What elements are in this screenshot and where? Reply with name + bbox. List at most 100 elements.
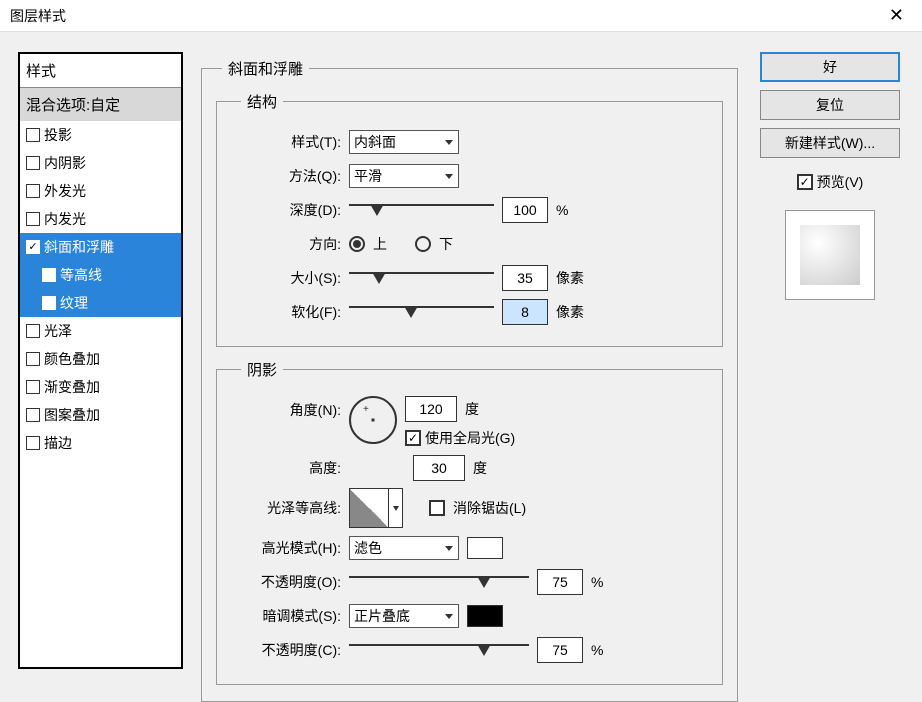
size-label: 大小(S):: [231, 268, 341, 288]
style-item-checkbox[interactable]: [42, 268, 56, 282]
shadow-opacity-slider[interactable]: [349, 644, 529, 664]
style-item-4[interactable]: 斜面和浮雕: [20, 233, 181, 261]
preview-label: 预览(V): [817, 172, 864, 192]
style-item-checkbox[interactable]: [26, 436, 40, 450]
style-item-8[interactable]: 颜色叠加: [20, 345, 181, 373]
highlight-opacity-label: 不透明度(O):: [231, 572, 341, 592]
contour-picker[interactable]: [349, 488, 389, 528]
style-select[interactable]: 内斜面: [349, 130, 459, 154]
style-item-label: 纹理: [60, 293, 88, 313]
angle-input[interactable]: [405, 396, 457, 422]
direction-up-label: 上: [373, 234, 387, 254]
style-item-checkbox[interactable]: [26, 184, 40, 198]
dialog-content: 样式 混合选项:自定 投影内阴影外发光内发光斜面和浮雕等高线纹理光泽颜色叠加渐变…: [0, 32, 922, 679]
angle-dial[interactable]: +: [349, 396, 397, 444]
close-icon[interactable]: ✕: [881, 5, 912, 26]
size-input[interactable]: [502, 265, 548, 291]
style-item-checkbox[interactable]: [26, 408, 40, 422]
style-item-1[interactable]: 内阴影: [20, 149, 181, 177]
title-bar: 图层样式 ✕: [0, 0, 922, 32]
altitude-input[interactable]: [413, 455, 465, 481]
style-item-label: 描边: [44, 433, 72, 453]
highlight-opacity-input[interactable]: [537, 569, 583, 595]
window-title: 图层样式: [10, 6, 66, 26]
style-item-0[interactable]: 投影: [20, 121, 181, 149]
preview-box: [785, 210, 875, 300]
angle-unit: 度: [465, 399, 479, 419]
highlight-opacity-slider[interactable]: [349, 576, 529, 596]
antialias-label: 消除锯齿(L): [453, 498, 526, 518]
new-style-button[interactable]: 新建样式(W)...: [760, 128, 900, 158]
style-item-9[interactable]: 渐变叠加: [20, 373, 181, 401]
bevel-legend: 斜面和浮雕: [222, 58, 309, 79]
style-item-label: 渐变叠加: [44, 377, 100, 397]
altitude-unit: 度: [473, 458, 487, 478]
style-item-label: 内阴影: [44, 153, 86, 173]
structure-legend: 结构: [241, 91, 283, 112]
style-item-label: 投影: [44, 125, 72, 145]
style-item-5[interactable]: 等高线: [20, 261, 181, 289]
depth-unit: %: [556, 202, 568, 218]
style-item-11[interactable]: 描边: [20, 429, 181, 457]
style-item-label: 斜面和浮雕: [44, 237, 114, 257]
depth-input[interactable]: [502, 197, 548, 223]
style-item-7[interactable]: 光泽: [20, 317, 181, 345]
highlight-mode-label: 高光模式(H):: [231, 538, 341, 558]
soften-slider[interactable]: [349, 306, 494, 326]
shadow-mode-select[interactable]: 正片叠底: [349, 604, 459, 628]
style-item-checkbox[interactable]: [26, 380, 40, 394]
shadow-opacity-input[interactable]: [537, 637, 583, 663]
style-item-label: 外发光: [44, 181, 86, 201]
styles-list: 样式 混合选项:自定 投影内阴影外发光内发光斜面和浮雕等高线纹理光泽颜色叠加渐变…: [18, 52, 183, 669]
style-item-checkbox[interactable]: [42, 296, 56, 310]
style-label: 样式(T):: [231, 132, 341, 152]
style-item-10[interactable]: 图案叠加: [20, 401, 181, 429]
style-item-checkbox[interactable]: [26, 324, 40, 338]
style-item-label: 光泽: [44, 321, 72, 341]
style-item-checkbox[interactable]: [26, 128, 40, 142]
style-item-label: 等高线: [60, 265, 102, 285]
contour-dropdown-icon[interactable]: [389, 488, 403, 528]
depth-slider[interactable]: [349, 204, 494, 224]
style-item-checkbox[interactable]: [26, 156, 40, 170]
shadow-opacity-unit: %: [591, 642, 603, 658]
angle-label: 角度(N):: [231, 396, 341, 420]
right-panel: 好 复位 新建样式(W)... 预览(V): [756, 52, 904, 669]
bevel-fieldset: 斜面和浮雕 结构 样式(T): 内斜面 方法(Q): 平滑 深度(D): %: [201, 58, 738, 702]
styles-header[interactable]: 样式: [20, 54, 181, 88]
depth-label: 深度(D):: [231, 200, 341, 220]
shading-legend: 阴影: [241, 359, 283, 380]
technique-select[interactable]: 平滑: [349, 164, 459, 188]
shadow-color-swatch[interactable]: [467, 605, 503, 627]
direction-label: 方向:: [231, 234, 341, 254]
soften-unit: 像素: [556, 302, 584, 322]
technique-label: 方法(Q):: [231, 166, 341, 186]
style-item-6[interactable]: 纹理: [20, 289, 181, 317]
highlight-opacity-unit: %: [591, 574, 603, 590]
style-item-2[interactable]: 外发光: [20, 177, 181, 205]
style-item-checkbox[interactable]: [26, 212, 40, 226]
size-slider[interactable]: [349, 272, 494, 292]
cancel-button[interactable]: 复位: [760, 90, 900, 120]
main-panel: 斜面和浮雕 结构 样式(T): 内斜面 方法(Q): 平滑 深度(D): %: [201, 52, 738, 669]
shading-fieldset: 阴影 角度(N): + 度 使用全局光(G): [216, 359, 723, 685]
ok-button[interactable]: 好: [760, 52, 900, 82]
structure-fieldset: 结构 样式(T): 内斜面 方法(Q): 平滑 深度(D): % 方向:: [216, 91, 723, 347]
antialias-checkbox[interactable]: [429, 500, 445, 516]
preview-checkbox[interactable]: [797, 174, 813, 190]
style-item-checkbox[interactable]: [26, 352, 40, 366]
shadow-opacity-label: 不透明度(C):: [231, 640, 341, 660]
style-item-3[interactable]: 内发光: [20, 205, 181, 233]
blend-options-header[interactable]: 混合选项:自定: [20, 88, 181, 121]
highlight-color-swatch[interactable]: [467, 537, 503, 559]
contour-label: 光泽等高线:: [231, 498, 341, 518]
style-item-label: 图案叠加: [44, 405, 100, 425]
style-item-checkbox[interactable]: [26, 240, 40, 254]
global-light-label: 使用全局光(G): [425, 428, 515, 448]
direction-down-radio[interactable]: [415, 236, 431, 252]
highlight-mode-select[interactable]: 滤色: [349, 536, 459, 560]
direction-up-radio[interactable]: [349, 236, 365, 252]
soften-input[interactable]: [502, 299, 548, 325]
altitude-label: 高度:: [231, 458, 341, 478]
global-light-checkbox[interactable]: [405, 430, 421, 446]
